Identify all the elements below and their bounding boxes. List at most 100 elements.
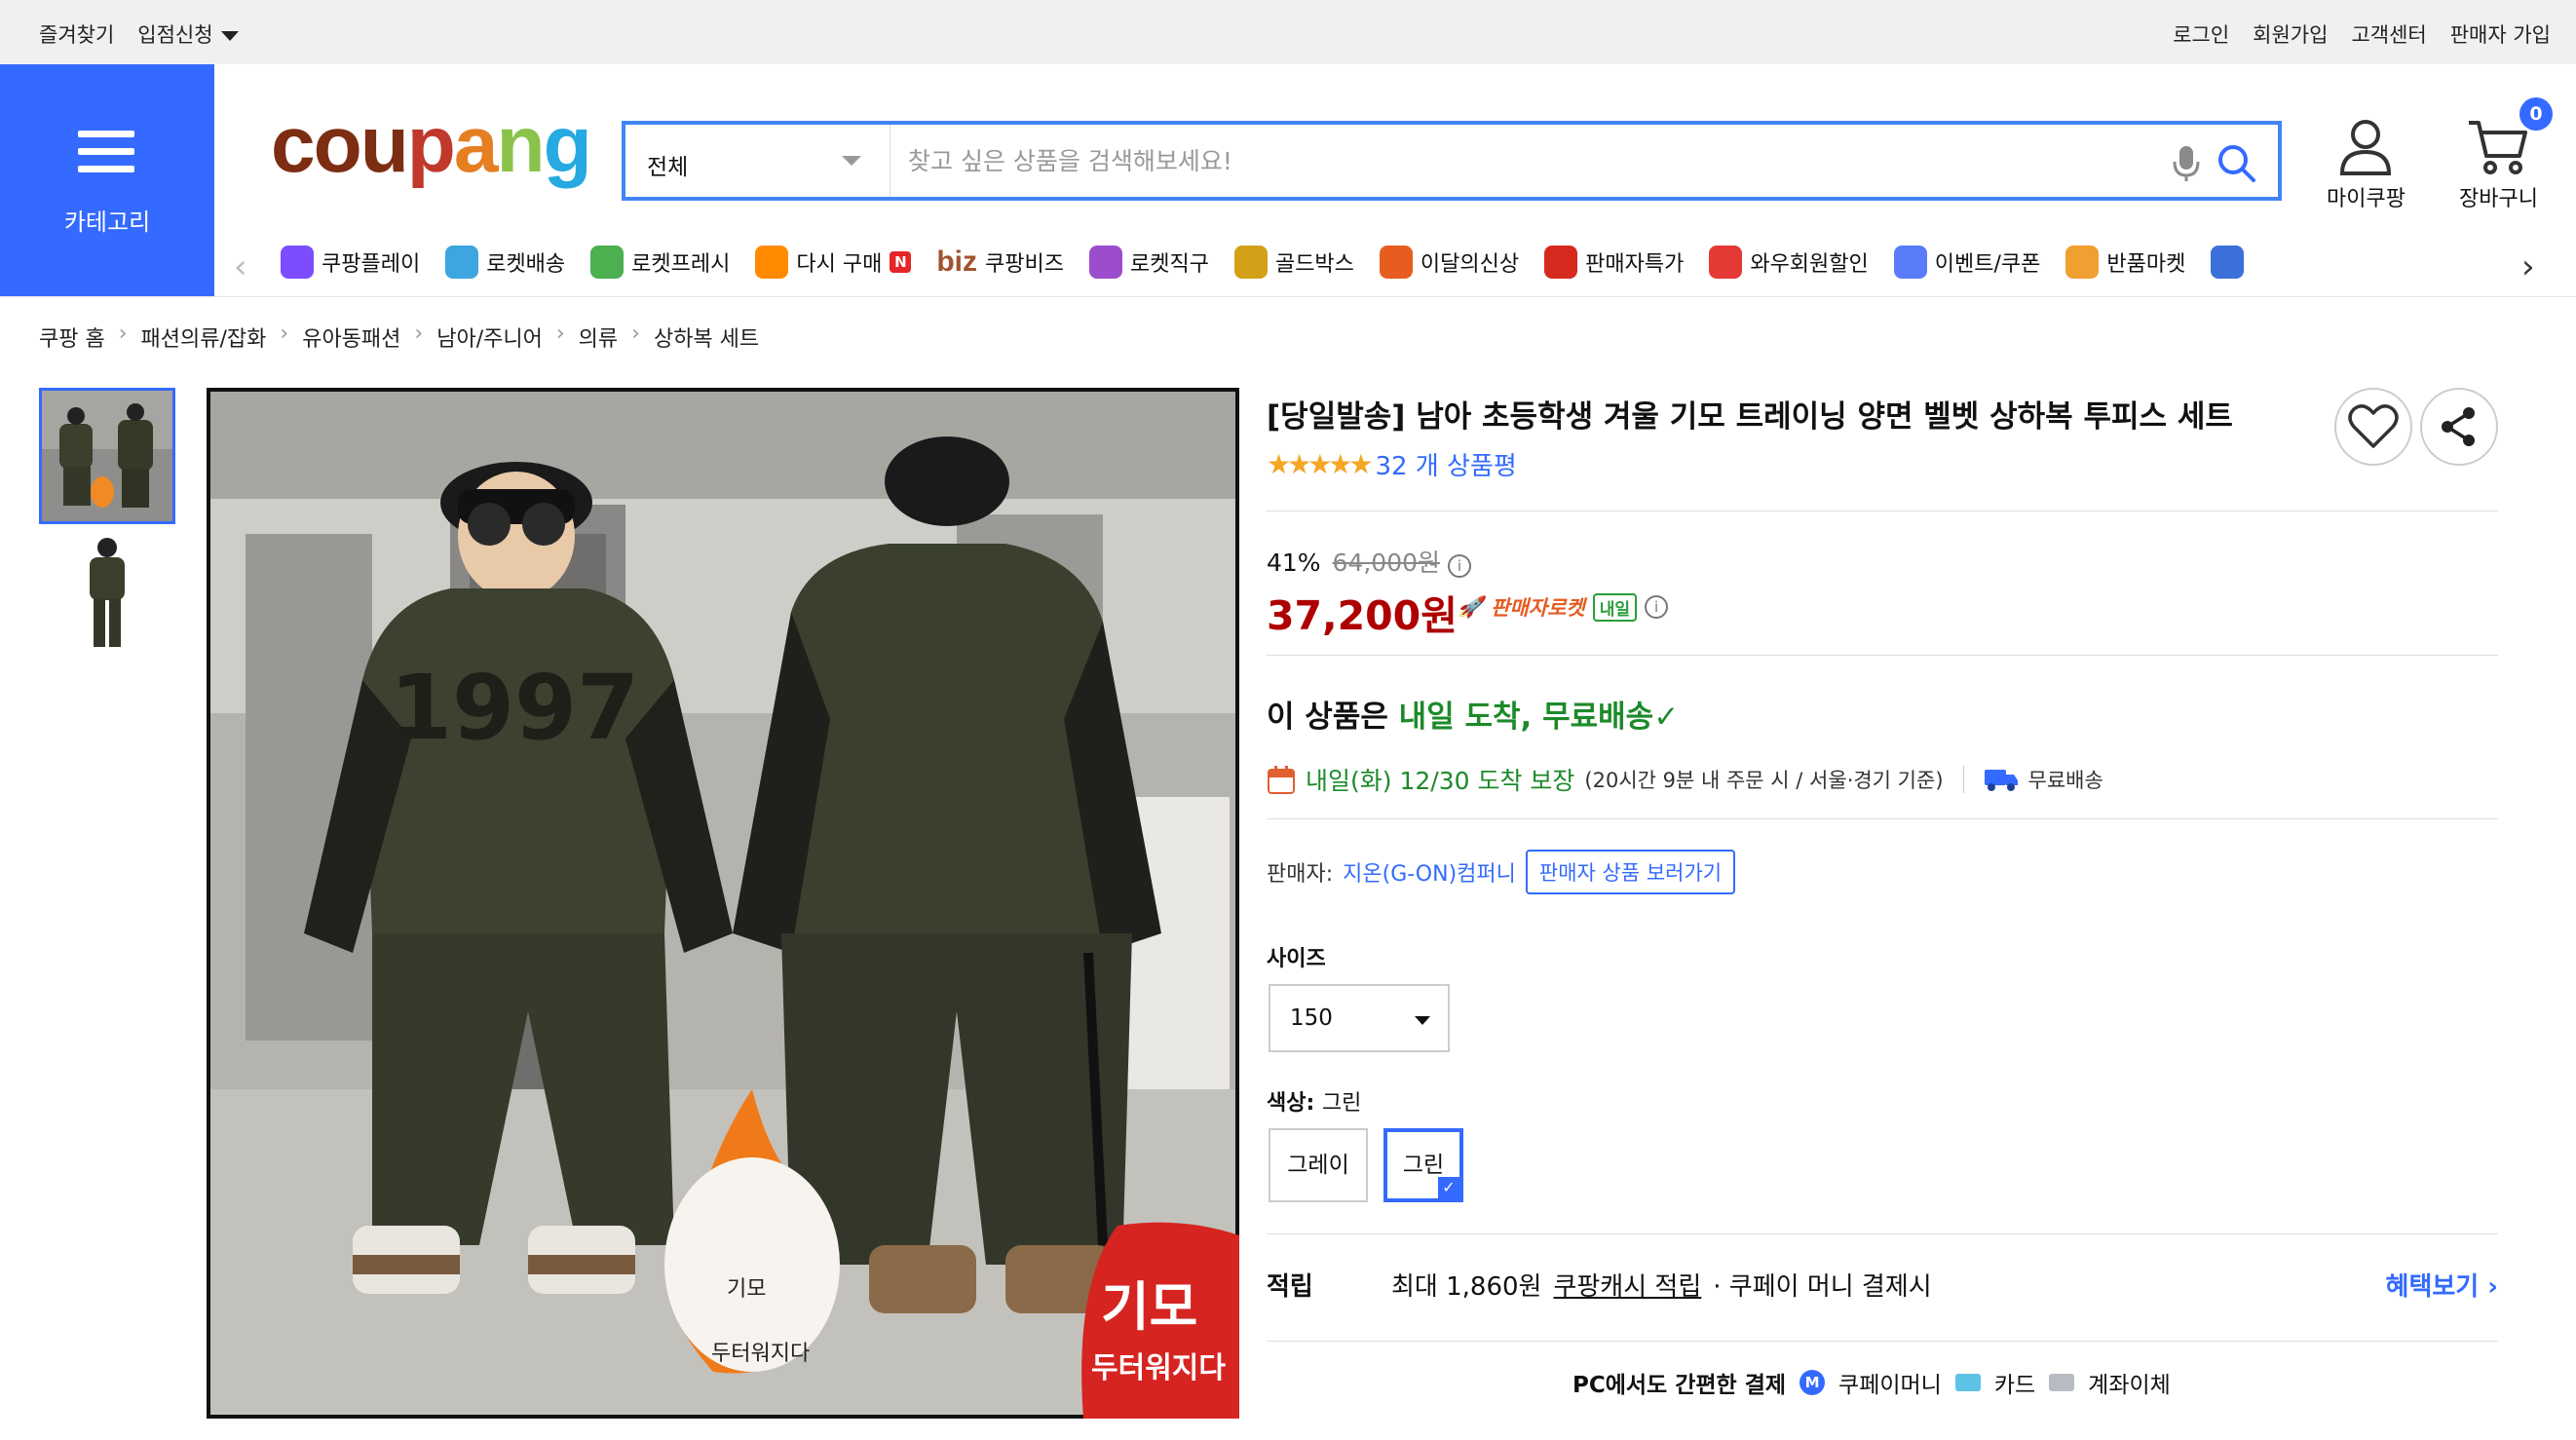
nav-item[interactable]: 쿠팡플레이 — [281, 246, 420, 279]
seller-label: 판매자: — [1267, 862, 1334, 887]
chevron-right-icon: › — [414, 322, 424, 346]
seller-signup-link[interactable]: 판매자 가입 — [2450, 19, 2551, 49]
nav-item[interactable]: 이달의신상 — [1379, 246, 1520, 279]
product-photo: 1997 기모 두터워지다 기모 두터워지다 — [207, 388, 1239, 1419]
color-label-row: 색상: 그린 — [1267, 1085, 1361, 1117]
nav-prev-icon[interactable]: ‹ — [234, 247, 247, 286]
breadcrumb-item[interactable]: 쿠팡 홈 — [39, 322, 105, 353]
bookmark-link[interactable]: 즐겨찾기 — [39, 19, 114, 49]
seller-products-button[interactable]: 판매자 상품 보러가기 — [1525, 850, 1736, 894]
user-icon — [2340, 120, 2392, 175]
login-link[interactable]: 로그인 — [2173, 19, 2229, 49]
seller-apply-menu[interactable]: 입점신청 — [137, 19, 239, 49]
seller-info: 판매자: 지온(G-ON)컴퍼니 판매자 상품 보러가기 — [1267, 850, 1736, 894]
sale-price: 37,200원 — [1267, 592, 1458, 639]
wishlist-button[interactable] — [2334, 388, 2412, 466]
payment-method: 쿠페이머니 — [1838, 1373, 1942, 1398]
divider — [1267, 818, 2498, 819]
fresh-rocket-icon — [590, 246, 625, 279]
seller-rocket-icon: 🚀 — [1458, 594, 1484, 619]
microphone-icon[interactable] — [2169, 144, 2204, 183]
discount-rate: 41% — [1267, 549, 1321, 577]
percent-icon — [1544, 246, 1578, 279]
utility-bar: 즐겨찾기 입점신청 로그인 회원가입 고객센터 판매자 가입 — [0, 0, 2576, 64]
benefit-label: 혜택보기 — [2385, 1272, 2480, 1302]
product-rating[interactable]: ★★★★★ 32 개 상품평 — [1267, 446, 1517, 482]
nav-item-label: 골드박스 — [1274, 252, 1354, 277]
truck-icon — [1984, 770, 2018, 791]
color-label: 색상: — [1267, 1091, 1322, 1116]
share-button[interactable] — [2420, 388, 2498, 466]
seller-name-link[interactable]: 지온(G-ON)컴퍼니 — [1343, 856, 1516, 888]
nav-item[interactable]: 판매자특가 — [1544, 246, 1684, 279]
review-count-link[interactable]: 32 개 상품평 — [1376, 446, 1517, 482]
free-shipping-label: 무료배송 — [2027, 769, 2103, 792]
divider — [1267, 1341, 2498, 1342]
breadcrumb-item[interactable]: 상하복 세트 — [654, 322, 759, 353]
arrival-prefix: 이 상품은 — [1267, 700, 1399, 735]
signup-link[interactable]: 회원가입 — [2253, 19, 2328, 49]
color-option-gray[interactable]: 그레이 — [1269, 1128, 1368, 1202]
product-thumbnail-1[interactable] — [39, 388, 175, 524]
divider — [1267, 655, 2498, 656]
nav-item-label: 와우회원할인 — [1750, 252, 1869, 277]
search-input[interactable] — [908, 138, 2175, 183]
calendar-icon — [1268, 766, 1295, 794]
product-main-image[interactable]: 1997 기모 두터워지다 기모 두터워지다 — [207, 388, 1239, 1422]
hamburger-icon — [78, 131, 134, 173]
breadcrumb-item[interactable]: 유아동패션 — [302, 322, 400, 353]
thumbnail-image — [42, 391, 172, 521]
breadcrumb-item[interactable]: 의류 — [579, 322, 618, 353]
info-icon[interactable]: i — [1447, 554, 1471, 578]
print-number: 1997 — [390, 656, 639, 760]
discount-row: 41% 64,000원 i — [1267, 544, 1471, 579]
color-option-label: 그린 — [1402, 1153, 1445, 1178]
nav-item-label: 이달의신상 — [1420, 252, 1520, 277]
nav-item-label: 로켓배송 — [486, 252, 566, 277]
flame-bottom-label: 두터워지다 — [711, 1342, 810, 1366]
nav-item[interactable]: 반품마켓 — [2065, 246, 2185, 279]
breadcrumb-item[interactable]: 패션의류/잡화 — [141, 322, 267, 353]
delivery-date: 내일(화) 12/30 도착 보장 — [1306, 767, 1575, 795]
mycoupang-label: 마이쿠팡 — [2327, 187, 2406, 211]
product-thumbnail-2[interactable] — [39, 526, 175, 663]
color-selected: 그린 — [1321, 1091, 1362, 1116]
search-scope-select[interactable]: 전체 — [625, 125, 890, 197]
category-menu-button[interactable]: 카테고리 — [0, 64, 214, 296]
nav-item-label: 반품마켓 — [2106, 252, 2186, 277]
nav-item[interactable]: 로켓프레시 — [590, 246, 730, 279]
info-icon[interactable]: i — [1645, 595, 1669, 619]
nav-item[interactable] — [2211, 246, 2252, 279]
check-icon: ✓ — [1438, 1177, 1459, 1198]
nav-next-icon[interactable]: › — [2521, 247, 2535, 286]
nav-item[interactable]: 로켓직구 — [1088, 246, 1209, 279]
utility-left: 즐겨찾기 입점신청 — [39, 19, 239, 49]
cart-button[interactable]: 장바구니 — [2459, 117, 2538, 212]
nav-item[interactable]: biz 쿠팡비즈 — [936, 246, 1064, 279]
customer-center-link[interactable]: 고객센터 — [2351, 19, 2426, 49]
nav-item[interactable]: 와우회원할인 — [1709, 246, 1869, 279]
coupang-logo[interactable]: coupang — [271, 105, 592, 185]
nav-item-label: 다시 구매 — [796, 252, 883, 277]
return-market-icon — [2065, 246, 2100, 279]
breadcrumb-item[interactable]: 남아/주니어 — [436, 322, 543, 353]
color-option-green[interactable]: 그린 ✓ — [1383, 1128, 1463, 1202]
nav-item[interactable]: 골드박스 — [1233, 246, 1354, 279]
check-icon: ✓ — [1653, 700, 1680, 735]
rocket-delivery-badge: 🚀 판매자로켓 내일 i — [1458, 592, 1669, 622]
size-select[interactable]: 150 — [1269, 984, 1450, 1052]
cash-reward-link[interactable]: 쿠팡캐시 적립 — [1553, 1267, 1701, 1303]
search-icon[interactable] — [2216, 142, 2256, 183]
delivery-note: (20시간 9분 내 주문 시 / 서울·경기 기준) — [1584, 769, 1944, 792]
nav-item[interactable]: 이벤트/쿠폰 — [1893, 246, 2040, 279]
benefit-link[interactable]: 혜택보기 › — [2386, 1267, 2498, 1303]
mycoupang-button[interactable]: 마이쿠팡 — [2327, 117, 2406, 212]
size-label: 사이즈 — [1267, 947, 1326, 971]
card-icon — [1954, 1374, 1981, 1391]
cart-count-badge: 0 — [2519, 97, 2553, 131]
payment-methods: PC에서도 간편한 결제 M 쿠페이머니 카드 계좌이체 — [1572, 1366, 2171, 1399]
thumbnail-image — [39, 526, 175, 663]
nav-item[interactable]: 로켓배송 — [445, 246, 565, 279]
nav-item-label: 쿠팡비즈 — [985, 252, 1064, 277]
nav-item[interactable]: 다시 구매 N — [755, 246, 912, 279]
